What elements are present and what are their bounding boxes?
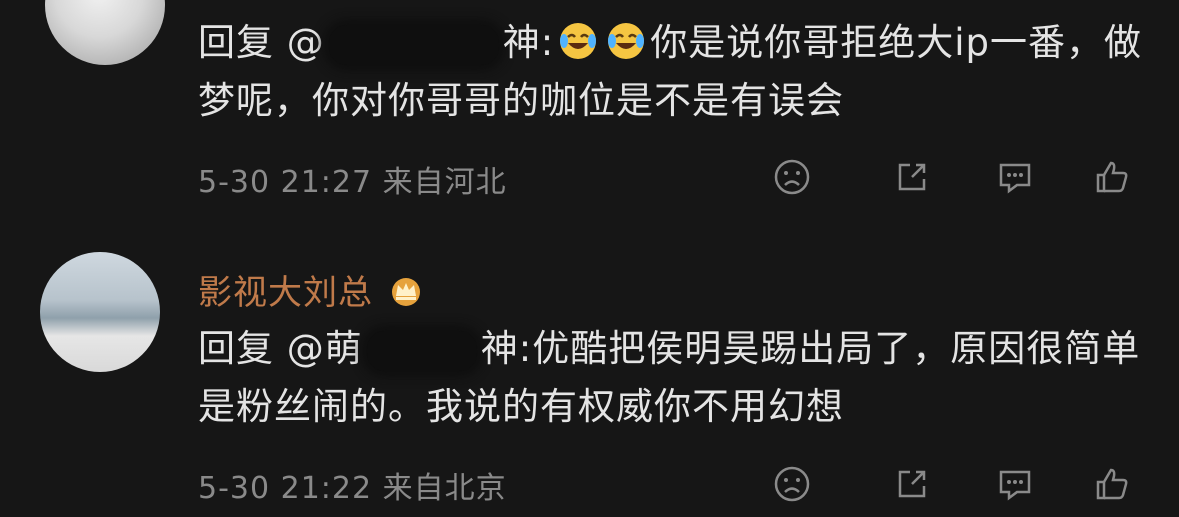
dislike-button[interactable]: [770, 462, 814, 506]
laughing-tears-emoji: [608, 23, 645, 59]
crown-icon: [392, 277, 420, 306]
comment-button[interactable]: [993, 462, 1037, 506]
username[interactable]: 影视大刘总: [198, 265, 425, 314]
like-button[interactable]: [1090, 462, 1134, 506]
laughing-tears-emoji: [560, 23, 597, 59]
share-button[interactable]: [890, 155, 934, 199]
comment-icon: [999, 163, 1031, 194]
like-button[interactable]: [1090, 155, 1134, 199]
comment-item: 回复 @ 神 : 你是说你哥拒绝大ip一番，做梦呢，你对你哥哥的咖位是不是有误会 …: [0, 0, 1179, 235]
timestamp: 5-30 21:22: [198, 471, 373, 506]
reply-prefix: 回复: [198, 327, 274, 370]
redaction-mark: [328, 24, 499, 65]
sad-face-icon: [774, 466, 810, 502]
thumbs-up-icon: [1096, 161, 1128, 193]
comment-meta: 5-30 21:27 来自河北: [198, 157, 507, 201]
reply-prefix: 回复: [198, 21, 274, 64]
comment-text: 回复 @萌神 :优酷把侯明昊踢出局了，原因很简单是粉丝闹的。我说的有权威你不用幻…: [198, 320, 1158, 436]
location: 来自河北: [382, 165, 507, 200]
avatar[interactable]: [40, 252, 160, 372]
sad-face-icon: [774, 159, 810, 195]
comment-meta: 5-30 21:22 来自北京: [198, 463, 507, 507]
share-button[interactable]: [890, 462, 934, 506]
dislike-button[interactable]: [770, 155, 814, 199]
location: 来自北京: [382, 471, 507, 506]
share-icon: [898, 470, 926, 498]
comment-button[interactable]: [993, 155, 1037, 199]
redaction-mark: [366, 330, 477, 371]
share-icon: [898, 163, 926, 191]
thumbs-up-icon: [1096, 468, 1128, 500]
timestamp: 5-30 21:27: [198, 165, 373, 200]
comment-icon: [999, 470, 1031, 501]
mention-link[interactable]: @萌神: [287, 320, 519, 378]
comment-item: 影视大刘总 回复 @萌神 :优酷把侯明昊踢出局了，原因很简单是粉丝闹的。我说的有…: [0, 235, 1179, 517]
comment-text: 回复 @ 神 : 你是说你哥拒绝大ip一番，做梦呢，你对你哥哥的咖位是不是有误会: [198, 14, 1158, 130]
mention-link[interactable]: @ 神: [287, 14, 541, 72]
avatar[interactable]: [45, 0, 165, 65]
